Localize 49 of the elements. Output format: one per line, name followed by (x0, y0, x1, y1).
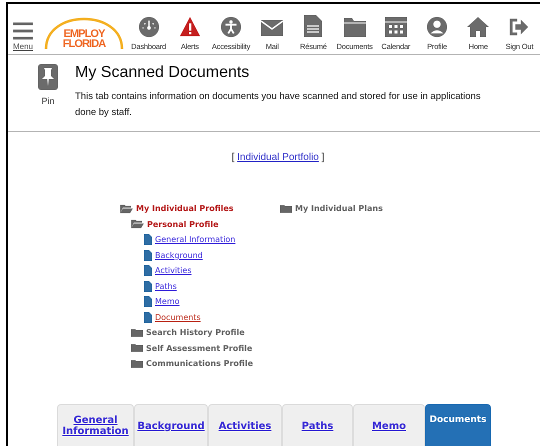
folder-label[interactable]: My Individual Profiles (136, 204, 234, 214)
calendar-icon (384, 16, 408, 38)
tree-link[interactable]: Documents (155, 312, 201, 322)
pin-icon[interactable] (38, 64, 58, 90)
folder-label[interactable]: Communications Profile (146, 359, 254, 368)
folder-label[interactable]: Personal Profile (147, 220, 219, 229)
portfolio-link[interactable]: Individual Portfolio (237, 152, 319, 163)
open-folder-icon (131, 219, 144, 230)
profile-icon (426, 16, 448, 38)
accessibility-icon (220, 16, 242, 38)
home-icon (466, 16, 490, 38)
document-icon (144, 265, 152, 276)
document-icon (144, 234, 152, 246)
folder-icon (131, 343, 143, 354)
tree-link[interactable]: Memo (155, 297, 180, 306)
page-description: This tab contains information on documents you have scanned and stored for use in applications done by staff. (75, 90, 482, 120)
menu-icon[interactable] (13, 22, 33, 40)
open-folder-icon (120, 204, 133, 214)
tab[interactable]: General Information (57, 404, 134, 446)
bracket: [ (232, 152, 234, 163)
folder-label[interactable]: Self Assessment Profile (146, 344, 252, 353)
gauge-icon (138, 16, 160, 38)
warning-icon (178, 16, 202, 38)
sign-out-icon (508, 16, 530, 38)
pin-label: Pin (41, 96, 54, 106)
page-title: My Scanned Documents (75, 64, 250, 82)
folder-label[interactable]: Search History Profile (146, 328, 245, 338)
tree-link[interactable]: Background (155, 250, 203, 260)
folder-label[interactable]: My Individual Plans (295, 204, 383, 214)
tab[interactable]: Background (134, 404, 208, 446)
tab[interactable]: Paths (282, 404, 353, 446)
document-icon (144, 296, 152, 308)
tree-link[interactable]: Activities (155, 266, 192, 276)
tree-link[interactable]: Paths (155, 282, 177, 291)
folder-icon (342, 16, 367, 38)
tab[interactable]: Activities (208, 404, 282, 446)
tab[interactable]: Documents (425, 404, 491, 446)
tab[interactable]: Memo (353, 404, 425, 446)
folder-icon (280, 204, 292, 214)
document-icon (144, 312, 152, 323)
mail-icon (260, 18, 284, 38)
bracket: ] (322, 152, 324, 163)
document-icon (144, 250, 152, 261)
document-icon (303, 14, 324, 38)
folder-icon (131, 328, 143, 338)
folder-icon (131, 358, 143, 369)
menu-link[interactable]: Menu (12, 42, 33, 51)
tree-link[interactable]: General Information (155, 235, 236, 244)
document-icon (144, 280, 152, 292)
